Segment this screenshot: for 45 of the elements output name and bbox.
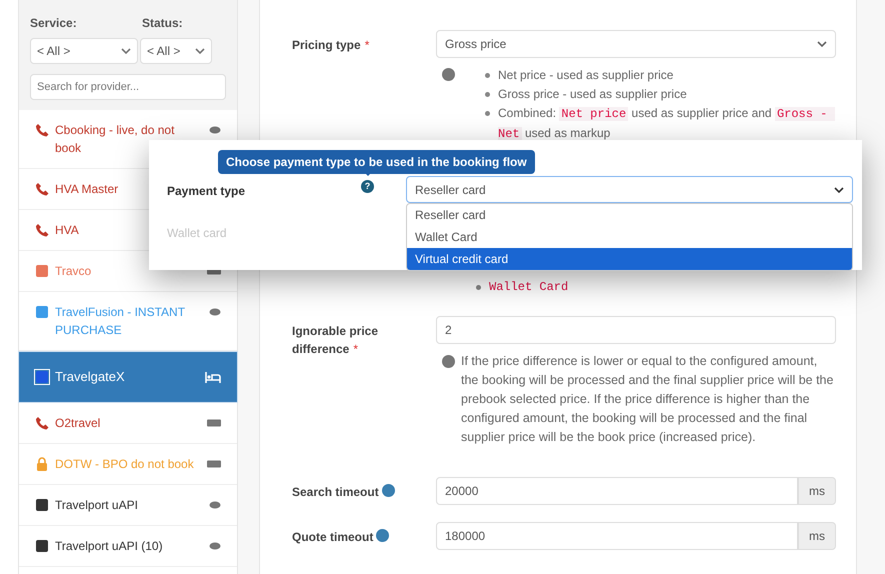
card-icon (207, 460, 221, 468)
input-field[interactable]: 2 (436, 316, 836, 344)
filter-select[interactable]: < All > (140, 38, 212, 64)
bed-icon (205, 371, 221, 383)
input-field[interactable]: 20000 (436, 477, 798, 505)
tooltip-pointer-icon (363, 171, 373, 176)
chevron-icon (195, 48, 205, 54)
chevron-icon (834, 186, 844, 192)
help-icon (442, 68, 455, 81)
bullet-icon (485, 92, 490, 97)
field-label: Quote timeout (292, 530, 374, 544)
help-text: Gross price - used as supplier price (498, 86, 687, 103)
filter-label: Status: (142, 15, 183, 32)
chevron-icon (817, 41, 827, 47)
bullet-icon (476, 285, 481, 290)
help-icon (442, 355, 455, 368)
help-text: If the price difference is lower or equal to the configured amount, the booking will be processed and the final supplier price will be the prebook selected price. If the price difference is higher than the configured amount, the booking will be processed and the final supplier price will be the book price (increased price). (461, 353, 834, 446)
card-icon (207, 419, 221, 427)
dropdown-option[interactable]: Virtual credit card (407, 248, 852, 270)
eye-icon (209, 542, 221, 550)
field-label: Ignorable price difference * (292, 324, 378, 356)
unit-label: ms (798, 477, 836, 505)
bullet-icon (485, 111, 490, 116)
search-field[interactable]: Search for provider... (30, 74, 226, 100)
field-label: Wallet card (167, 225, 227, 242)
chevron-icon (121, 48, 131, 54)
eye-icon (209, 126, 221, 134)
tooltip: Choose payment type to be used in the booking flow (218, 150, 535, 174)
help-text: Net price - used as supplier price (498, 67, 674, 84)
input-field[interactable]: 180000 (436, 522, 798, 550)
field-label: Search timeout (292, 485, 379, 499)
bullet-icon (485, 73, 490, 78)
eye-icon (209, 501, 221, 509)
field-label: Pricing type * (292, 38, 370, 52)
unit-label: ms (798, 522, 836, 550)
dropdown-option[interactable]: Wallet Card (407, 226, 852, 248)
filter-label: Service: (30, 15, 78, 32)
select-field[interactable]: Gross price (436, 30, 836, 58)
filter-select[interactable]: < All > (30, 38, 138, 64)
select-field[interactable]: Reseller card (406, 176, 853, 203)
provider-item[interactable]: TravelgateX (18, 351, 238, 403)
help-icon: ? (361, 180, 374, 193)
dropdown-option[interactable]: Reseller card (407, 204, 852, 226)
eye-icon (209, 308, 221, 316)
code-text: Wallet Card (489, 279, 568, 296)
